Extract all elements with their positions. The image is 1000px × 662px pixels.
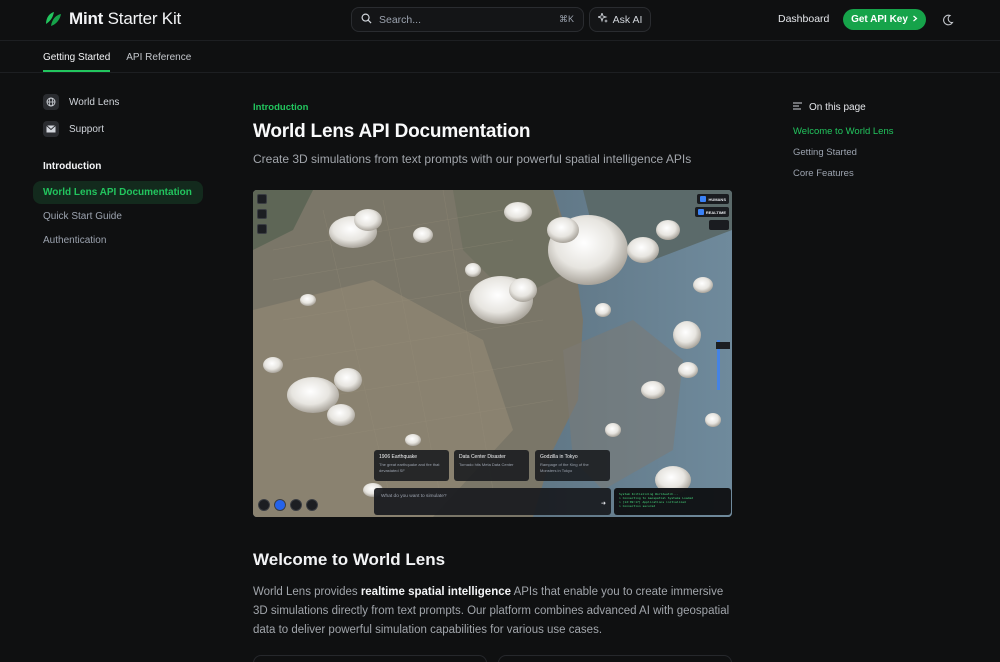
search-shortcut: ⌘K [558,14,574,24]
sidebar-link-world-lens[interactable]: World Lens [43,94,119,110]
leaf-logo-icon [43,9,63,29]
ask-ai-button[interactable]: Ask AI [589,7,651,32]
top-tabs: Getting Started API Reference [43,41,191,72]
search-bar[interactable]: Search... ⌘K [351,7,584,32]
list-icon [793,102,802,113]
toc-item-getting-started[interactable]: Getting Started [793,147,857,158]
layers-map-button[interactable] [290,499,302,511]
send-arrow-icon[interactable]: ➜ [601,500,606,507]
feature-card[interactable] [253,655,487,662]
scenario-card-desc: Tornado hits Meta Data Center [459,462,514,467]
view-mode-toggle[interactable] [709,220,729,230]
brand-logo[interactable]: Mint Starter Kit [43,9,181,29]
zoom-in-control-button[interactable] [257,224,267,234]
chevron-right-icon [912,14,918,25]
tabs-divider [0,72,1000,73]
scenario-card-title: Godzilla in Tokyo [540,454,578,460]
scenario-card-desc: Rampage of the King of the Monsters in T… [540,462,589,473]
tab-getting-started[interactable]: Getting Started [43,41,111,72]
scenario-card-title: 1906 Earthquake [379,454,418,460]
scenario-card-title: Data Center Disaster [459,454,506,460]
sidebar-item-quick-start[interactable]: Quick Start Guide [43,211,122,222]
dashboard-link[interactable]: Dashboard [778,13,829,25]
checkbox-icon [700,196,707,202]
ask-ai-label: Ask AI [612,13,643,26]
toc-heading-label: On this page [809,102,866,113]
section-title-welcome: Welcome to World Lens [253,550,446,569]
page-subtitle: Create 3D simulations from text prompts … [253,152,692,166]
sparkle-icon [596,11,608,26]
sidebar-section-heading: Introduction [43,161,102,172]
sidebar-link-label: Support [69,123,105,135]
mail-icon [43,121,59,137]
search-icon [361,11,372,29]
realtime-toggle[interactable]: REALTIME [694,207,729,217]
system-console: System Initializing Worldwatch... > Conn… [614,488,731,515]
toc-heading: On this page [793,102,866,113]
home-control-button[interactable] [257,194,267,204]
sidebar-item-api-docs[interactable]: World Lens API Documentation [33,181,203,204]
sidebar-link-support[interactable]: Support [43,121,104,137]
scenario-card-desc: The great earthquake and fire that devas… [379,462,440,473]
checkbox-icon [697,209,704,215]
simulate-prompt-placeholder: What do you want to simulate? [381,494,447,499]
sidebar-item-authentication[interactable]: Authentication [43,235,106,246]
intro-paragraph: World Lens provides realtime spatial int… [253,586,730,636]
tab-api-reference[interactable]: API Reference [126,41,191,72]
feature-card[interactable] [498,655,732,662]
simulate-prompt-input[interactable]: What do you want to simulate? ➜ [374,488,611,515]
humans-toggle-label: HUMANS [708,196,726,202]
scenario-card[interactable]: Data Center Disaster Tornado hits Meta D… [454,450,529,481]
get-api-key-button[interactable]: Get API Key [843,9,926,30]
tools-map-button[interactable] [306,499,318,511]
settings-map-button[interactable] [258,499,270,511]
scenario-card[interactable]: 1906 Earthquake The great earthquake and… [374,450,449,481]
sidebar-link-label: World Lens [69,96,120,108]
people-map-button[interactable] [274,499,286,511]
hero-screenshot: HUMANS REALTIME 1906 Earthquake The grea… [253,190,732,517]
page-title: World Lens API Documentation [253,121,531,142]
globe-icon [43,94,59,110]
brand-name: Mint Starter Kit [69,9,182,28]
get-api-key-label: Get API Key [851,14,908,25]
realtime-toggle-label: REALTIME [705,209,726,215]
humans-toggle[interactable]: HUMANS [697,194,729,204]
console-line: > Connection secured [619,504,656,508]
moon-icon[interactable] [942,13,954,26]
app-root: Mint Starter Kit Search... ⌘K Ask AI Das… [0,0,1000,662]
search-placeholder: Search... [379,13,422,26]
scenario-card[interactable]: Godzilla in Tokyo Rampage of the King of… [535,450,610,481]
toc-item-welcome[interactable]: Welcome to World Lens [793,126,894,137]
intro-paragraph-emphasis: realtime spatial intelligence [360,586,512,598]
page-eyebrow: Introduction [253,102,309,113]
grid-control-button[interactable] [257,209,267,219]
toc-item-core-features[interactable]: Core Features [793,168,854,179]
